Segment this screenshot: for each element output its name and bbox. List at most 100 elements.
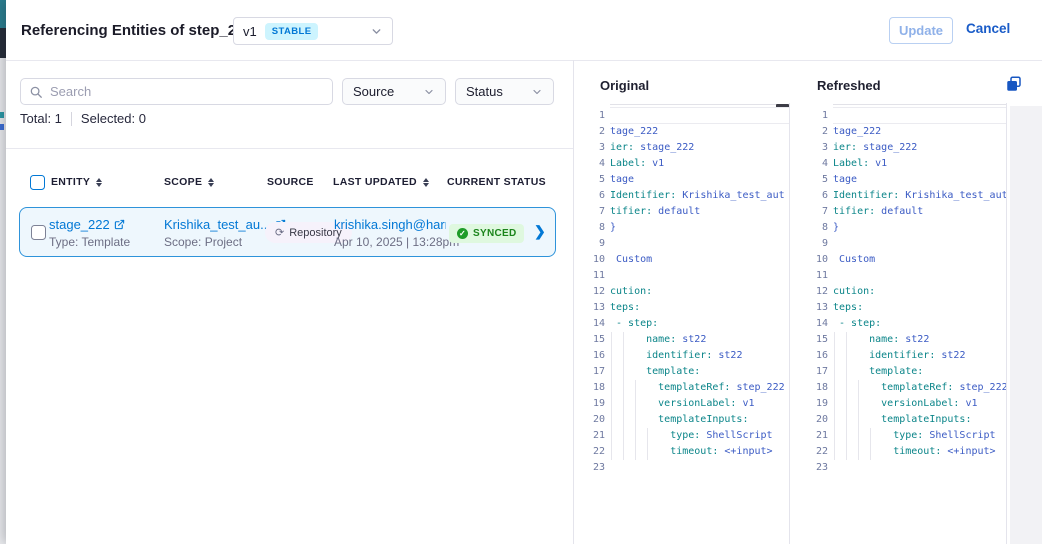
- code-line: 5tage: [796, 172, 1006, 188]
- code-line: 6Identifier: Krishika_test_aut: [796, 188, 1006, 204]
- horizontal-scrollbar[interactable]: [610, 104, 789, 105]
- code-text: Label: v1: [610, 156, 789, 172]
- version-select[interactable]: v1 STABLE: [233, 17, 393, 45]
- sort-icon[interactable]: [423, 178, 429, 187]
- line-number: 16: [574, 348, 610, 364]
- code-line: 7tifier: default: [574, 204, 789, 220]
- indent-guide: [834, 444, 835, 460]
- indent-guide: [858, 428, 859, 444]
- code-text: cution:: [610, 284, 789, 300]
- table-row[interactable]: stage_222 Type: Template Krishika_test_a…: [19, 207, 556, 257]
- sort-icon[interactable]: [208, 178, 214, 187]
- indent-guide: [635, 380, 636, 396]
- search-input[interactable]: [50, 84, 324, 99]
- code-text: [833, 236, 1006, 252]
- code-text: versionLabel: v1: [610, 396, 789, 412]
- scope-name-link[interactable]: Krishika_test_au...: [164, 217, 271, 232]
- total-count: Total: 1: [20, 111, 62, 126]
- row-checkbox[interactable]: [31, 225, 46, 240]
- code-text: Identifier: Krishika_test_aut: [610, 188, 789, 204]
- code-text: tage_222: [833, 124, 1006, 140]
- updated-by-link[interactable]: krishika.singh@harnes...: [334, 217, 446, 232]
- diff-refreshed-pane: 12tage_2223ier: stage_2224Label: v15tage…: [796, 103, 1007, 544]
- status-filter-select[interactable]: Status: [455, 78, 554, 105]
- column-header-current-status: CURRENT STATUS: [447, 176, 546, 188]
- line-number: 22: [796, 444, 833, 460]
- line-number: 21: [574, 428, 610, 444]
- source-filter-select[interactable]: Source: [342, 78, 446, 105]
- repository-icon: ⟳: [275, 226, 284, 239]
- indent-guide: [611, 412, 612, 428]
- code-text: [610, 460, 789, 476]
- column-header-scope[interactable]: SCOPE: [164, 176, 214, 188]
- copy-icon[interactable]: [1004, 75, 1024, 95]
- code-line: 12cution:: [574, 284, 789, 300]
- entity-name-link[interactable]: stage_222: [49, 217, 110, 232]
- code-line: 21 type: ShellScript: [796, 428, 1006, 444]
- indent-guide: [623, 444, 624, 460]
- line-number: 10: [796, 252, 833, 268]
- indent-guide: [858, 380, 859, 396]
- line-number: 4: [796, 156, 833, 172]
- column-header-last-updated[interactable]: LAST UPDATED: [333, 176, 429, 188]
- code-text: type: ShellScript: [833, 428, 1006, 444]
- indent-guide: [647, 444, 648, 460]
- code-line: 20 templateInputs:: [796, 412, 1006, 428]
- line-number: 8: [574, 220, 610, 236]
- code-line: 17 template:: [796, 364, 1006, 380]
- entity-type: Type: Template: [49, 235, 130, 249]
- select-all-checkbox[interactable]: [30, 175, 45, 190]
- code-line: 4Label: v1: [574, 156, 789, 172]
- line-number: 17: [574, 364, 610, 380]
- code-text: timeout: <+input>: [833, 444, 1006, 460]
- code-line: 22 timeout: <+input>: [796, 444, 1006, 460]
- code-text: templateRef: step_222: [833, 380, 1006, 396]
- line-number: 15: [796, 332, 833, 348]
- code-text: }: [610, 220, 789, 236]
- code-line: 10 Custom: [574, 252, 789, 268]
- code-text: [833, 460, 1006, 476]
- indent-guide: [623, 380, 624, 396]
- code-text: [610, 108, 789, 124]
- code-text: identifier: st22: [833, 348, 1006, 364]
- code-line: 23: [796, 460, 1006, 476]
- code-text: type: ShellScript: [610, 428, 789, 444]
- code-line: 3ier: stage_222: [796, 140, 1006, 156]
- code-text: [610, 268, 789, 284]
- column-header-entity[interactable]: ENTITY: [51, 176, 102, 188]
- synced-check-icon: ✓: [457, 228, 468, 239]
- code-text: tifier: default: [610, 204, 789, 220]
- indent-guide: [834, 412, 835, 428]
- code-text: templateInputs:: [610, 412, 789, 428]
- code-text: Label: v1: [833, 156, 1006, 172]
- update-button[interactable]: Update: [889, 17, 953, 44]
- code-text: versionLabel: v1: [833, 396, 1006, 412]
- indent-guide: [611, 380, 612, 396]
- code-line: 6Identifier: Krishika_test_aut: [574, 188, 789, 204]
- line-number: 1: [574, 108, 610, 124]
- indent-guide: [611, 364, 612, 380]
- code-text: ier: stage_222: [833, 140, 1006, 156]
- status-badge: ✓ SYNCED: [449, 224, 524, 243]
- chevron-right-icon[interactable]: ❯: [534, 223, 546, 240]
- external-link-icon[interactable]: [114, 219, 125, 230]
- line-number: 23: [574, 460, 610, 476]
- indent-guide: [623, 348, 624, 364]
- code-line: 8}: [574, 220, 789, 236]
- code-text: [833, 268, 1006, 284]
- code-line: 1: [796, 108, 1006, 124]
- code-line: 2tage_222: [796, 124, 1006, 140]
- code-line: 16 identifier: st22: [574, 348, 789, 364]
- line-number: 20: [574, 412, 610, 428]
- sort-icon[interactable]: [96, 178, 102, 187]
- code-line: 9: [796, 236, 1006, 252]
- line-number: 17: [796, 364, 833, 380]
- code-text: tage: [833, 172, 1006, 188]
- selected-count: Selected: 0: [81, 111, 146, 126]
- cancel-button[interactable]: Cancel: [966, 21, 1010, 36]
- line-number: 15: [574, 332, 610, 348]
- scrollbar-gutter[interactable]: [1010, 106, 1042, 544]
- horizontal-scrollbar[interactable]: [833, 104, 1006, 105]
- line-number: 3: [796, 140, 833, 156]
- code-line: 19 versionLabel: v1: [796, 396, 1006, 412]
